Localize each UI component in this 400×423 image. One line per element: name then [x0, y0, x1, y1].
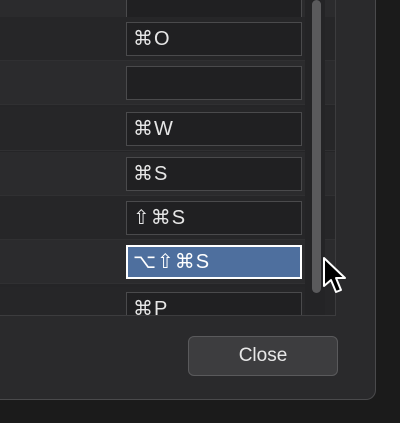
shortcut-extra: ( [300, 293, 301, 315]
shortcut-extra: ( [299, 247, 300, 277]
shortcut-extra: ( [300, 113, 301, 145]
shortcut-cell-selected[interactable]: ⌥⇧⌘S ( [126, 245, 302, 279]
shortcut-cell[interactable] [126, 66, 302, 100]
close-button[interactable]: Close [188, 336, 338, 376]
shortcut-key: ⇧⌘S [133, 207, 187, 229]
shortcuts-table: ⌘O ( ⌘W ( ⌘S ( ⇧⌘S ( [0, 0, 336, 316]
shortcuts-dialog: ⌘O ( ⌘W ( ⌘S ( ⇧⌘S ( [0, 0, 376, 400]
shortcut-key: ⌘P [133, 298, 169, 316]
shortcut-cell[interactable]: ⌘O ( [126, 22, 302, 56]
table-row[interactable]: ⇧⌘S ( [0, 196, 335, 240]
shortcut-cell[interactable]: ⇧⌘S ( [126, 201, 302, 235]
shortcut-cell[interactable]: ⌘S ( [126, 157, 302, 191]
shortcut-extra: ( [300, 202, 301, 234]
shortcut-extra: ( [300, 23, 301, 55]
shortcut-cell[interactable]: ⌘P ( [126, 292, 302, 316]
shortcut-key: ⌥⇧⌘S [133, 251, 211, 273]
mouse-pointer-icon [323, 257, 346, 293]
table-row[interactable]: ⌥⇧⌘S ( [0, 240, 335, 284]
table-row[interactable]: ⌘O ( [0, 17, 335, 61]
table-row[interactable]: ⌘S ( [0, 152, 335, 196]
table-row[interactable]: ⌘W ( [0, 107, 335, 151]
shortcut-cell[interactable]: ⌘W ( [126, 112, 302, 146]
table-row[interactable] [0, 61, 335, 105]
table-row[interactable]: ⌘P ( [0, 287, 335, 316]
scrollbar-thumb[interactable] [312, 0, 321, 293]
shortcut-key: ⌘O [133, 28, 171, 50]
shortcut-key: ⌘W [133, 118, 174, 140]
shortcut-extra: ( [300, 158, 301, 190]
shortcut-key: ⌘S [133, 163, 169, 185]
